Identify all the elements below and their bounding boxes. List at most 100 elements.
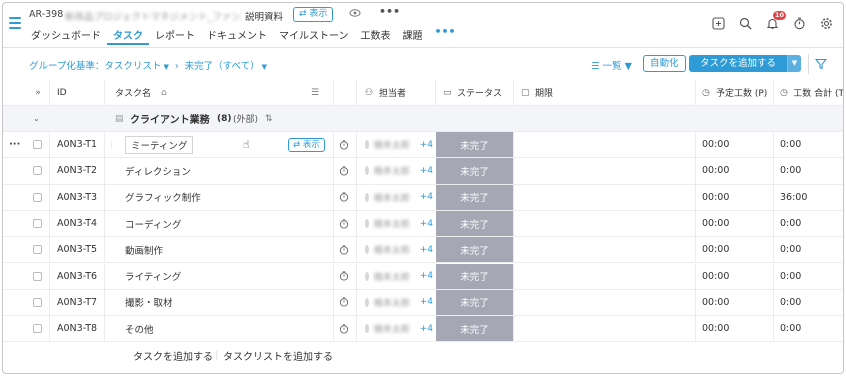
status-cell[interactable]: 未完了 (436, 184, 513, 210)
eye-icon[interactable] (349, 8, 361, 21)
task-name-cell[interactable]: ディレクション (125, 158, 285, 183)
task-id[interactable]: A0N3-T5 (57, 237, 103, 262)
tab-dashboard[interactable]: ダッシュボード (25, 25, 107, 45)
task-id[interactable]: A0N3-T2 (57, 158, 103, 183)
task-id[interactable]: A0N3-T1 (57, 132, 103, 157)
more-assignees[interactable]: +4 (420, 219, 433, 229)
row-checkbox[interactable] (33, 237, 45, 262)
more-assignees[interactable]: +4 (420, 271, 433, 281)
checkbox[interactable] (33, 219, 42, 229)
show-button-header[interactable]: ⇄ 表示 (293, 7, 334, 22)
header-more-button[interactable]: ••• (379, 5, 400, 18)
add-task-button[interactable]: タスクを追加する ▼ (689, 55, 801, 72)
status-cell[interactable]: 未完了 (436, 158, 513, 184)
checkbox[interactable] (33, 140, 42, 150)
task-name-cell[interactable]: その他 (125, 316, 285, 341)
due-cell[interactable] (521, 158, 691, 183)
table-row[interactable]: A0N3-T3 グラフィック制作 橋本太郎 +4 未完了 00:00 36:00 (3, 184, 843, 211)
timer-cell[interactable] (339, 316, 351, 341)
planned-hours[interactable]: 00:00 (702, 264, 762, 289)
column-assignee[interactable]: ⚇ 担当者 (365, 80, 431, 105)
doc-label[interactable]: 説明資料 (245, 9, 283, 23)
column-planned-hours[interactable]: ◷ 予定工数 (P) (702, 80, 774, 105)
clock-icon[interactable] (339, 245, 349, 255)
drag-handle-icon[interactable]: ⋮ (108, 132, 114, 157)
task-id[interactable]: A0N3-T8 (57, 316, 103, 341)
checkbox[interactable] (33, 271, 42, 281)
add-task-link[interactable]: タスクを追加する (133, 342, 213, 368)
planned-hours[interactable]: 00:00 (702, 316, 762, 341)
menu-icon[interactable] (9, 17, 21, 32)
task-name-cell[interactable]: コーディング (125, 211, 285, 236)
more-assignees[interactable]: +4 (420, 166, 433, 176)
clock-icon[interactable] (339, 218, 349, 229)
tab-issues[interactable]: 課題 (397, 25, 429, 45)
task-name-cell[interactable]: ミーティング (125, 132, 285, 157)
planned-hours[interactable]: 00:00 (702, 211, 762, 236)
tab-milestones[interactable]: マイルストーン (273, 25, 355, 45)
sort-icon[interactable]: ⇅ (265, 106, 279, 131)
tabs-more-button[interactable]: ••• (429, 25, 462, 45)
total-hours[interactable]: 0:00 (780, 211, 840, 236)
task-name[interactable]: その他 (125, 322, 154, 336)
column-status[interactable]: ▭ ステータス (443, 80, 515, 105)
due-cell[interactable] (521, 290, 691, 315)
row-checkbox[interactable] (33, 211, 45, 236)
bell-icon[interactable]: 10 (766, 11, 786, 30)
task-name[interactable]: ディレクション (125, 164, 191, 178)
row-checkbox[interactable] (33, 158, 45, 183)
clock-icon[interactable] (339, 192, 349, 202)
total-hours[interactable]: 0:00 (780, 158, 840, 183)
assignee-cell[interactable]: 橋本太郎 +4 (365, 264, 433, 289)
timer-icon[interactable] (793, 17, 806, 30)
more-assignees[interactable]: +4 (420, 140, 433, 150)
task-name-cell[interactable]: グラフィック制作 (125, 185, 285, 210)
due-cell[interactable] (521, 211, 691, 236)
task-name[interactable]: コーディング (125, 217, 181, 231)
column-id[interactable]: ID (57, 80, 97, 105)
status-cell[interactable]: 未完了 (436, 132, 513, 158)
clock-icon[interactable] (339, 139, 349, 150)
clock-icon[interactable] (339, 166, 349, 176)
due-cell[interactable] (521, 237, 691, 262)
status-cell[interactable]: 未完了 (436, 289, 513, 316)
due-cell[interactable] (521, 316, 691, 341)
assignee-cell[interactable]: 橋本太郎 +4 (365, 185, 433, 210)
assignee-cell[interactable]: 橋本太郎 +4 (365, 132, 433, 157)
automation-button[interactable]: 自動化 (643, 55, 686, 72)
filter-icon[interactable] (814, 58, 828, 70)
column-due[interactable]: ▢ 期限 (521, 80, 581, 105)
checkbox[interactable] (33, 297, 42, 307)
table-row[interactable]: A0N3-T2 ディレクション 橋本太郎 +4 未完了 00:00 0:00 (3, 158, 843, 185)
status-cell[interactable]: 未完了 (436, 263, 513, 289)
row-menu-button[interactable]: ··· (9, 132, 23, 157)
show-button[interactable]: ⇄ 表示 (288, 137, 325, 152)
total-hours[interactable]: 0:00 (780, 132, 840, 157)
total-hours[interactable]: 36:00 (780, 185, 840, 210)
assignee-cell[interactable]: 橋本太郎 +4 (365, 211, 433, 236)
table-row[interactable]: A0N3-T7 撮影・取材 橋本太郎 +4 未完了 00:00 0:00 (3, 289, 843, 317)
add-square-icon[interactable] (712, 17, 725, 30)
checkbox[interactable] (33, 166, 42, 176)
row-checkbox[interactable] (33, 316, 45, 341)
tab-timesheet[interactable]: 工数表 (355, 25, 397, 45)
status-cell[interactable]: 未完了 (436, 210, 513, 237)
add-task-dropdown-icon[interactable]: ▼ (787, 55, 801, 72)
column-settings-icon[interactable]: ☰ (311, 80, 325, 105)
group-by-filter[interactable]: グループ化基準：タスクリスト ▼ › 未完了（すべて） ▼ (29, 58, 267, 72)
search-icon[interactable] (739, 17, 752, 30)
total-hours[interactable]: 0:00 (780, 316, 840, 341)
task-name[interactable]: グラフィック制作 (125, 190, 201, 204)
task-id[interactable]: A0N3-T7 (57, 290, 103, 315)
total-hours[interactable]: 0:00 (780, 290, 840, 315)
more-assignees[interactable]: +4 (420, 245, 433, 255)
table-row[interactable]: A0N3-T4 コーディング 橋本太郎 +4 未完了 00:00 0:00 (3, 210, 843, 238)
planned-hours[interactable]: 00:00 (702, 237, 762, 262)
assignee-cell[interactable]: 橋本太郎 +4 (365, 158, 433, 183)
table-row[interactable]: A0N3-T6 ライティング 橋本太郎 +4 未完了 00:00 0:00 (3, 263, 843, 290)
task-name-cell[interactable]: ライティング (125, 264, 285, 289)
status-filter-label[interactable]: 未完了（すべて） (185, 61, 260, 72)
timer-cell[interactable] (339, 290, 351, 315)
row-checkbox[interactable] (33, 132, 45, 157)
checkbox[interactable] (33, 245, 42, 255)
